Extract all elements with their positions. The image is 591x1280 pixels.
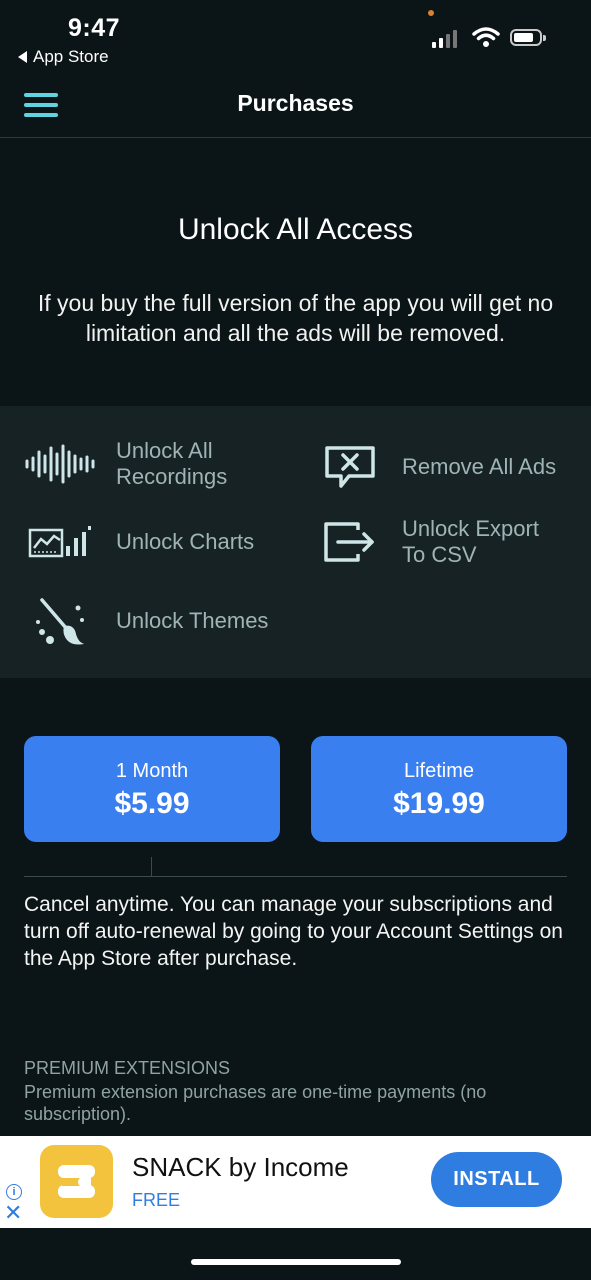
plan-price: $19.99 <box>393 787 485 820</box>
export-icon <box>324 522 374 562</box>
divider-tick <box>151 857 152 876</box>
waveform-icon <box>25 444 95 484</box>
paintbrush-icon <box>36 598 84 645</box>
premium-extensions-description: Premium extension purchases are one-time… <box>24 1082 487 1124</box>
plan-lifetime-button[interactable]: Lifetime $19.99 <box>311 736 567 842</box>
section-divider <box>24 876 567 877</box>
unlock-headline: Unlock All Access <box>177 213 414 246</box>
no-ads-icon <box>325 446 375 488</box>
cancel-note: Cancel anytime. You can manage your subs… <box>24 893 563 970</box>
cellular-signal-icon <box>432 30 457 48</box>
snack-logo-icon <box>58 1165 95 1198</box>
feature-export-csv: Unlock Export To CSV <box>310 516 580 568</box>
feature-label: Unlock Charts <box>116 529 255 554</box>
back-to-app-store[interactable]: App Store <box>18 47 109 67</box>
home-indicator[interactable] <box>191 1259 401 1265</box>
chart-icon <box>28 526 91 558</box>
ad-app-name[interactable]: SNACK by Income <box>132 1152 349 1183</box>
ad-install-button[interactable]: INSTALL <box>431 1152 562 1207</box>
feature-label: Unlock All Recordings <box>116 438 228 489</box>
privacy-indicator-dot <box>428 10 434 16</box>
plan-period: Lifetime <box>403 760 475 782</box>
ad-app-price: FREE <box>132 1190 181 1210</box>
feature-unlock-recordings: Unlock All Recordings <box>20 438 280 490</box>
unlock-description: If you buy the full version of the app y… <box>37 290 554 346</box>
ad-close-icon[interactable]: ✕ <box>4 1202 22 1224</box>
feature-label: Unlock Themes <box>116 608 269 633</box>
ad-info-icon[interactable]: i <box>6 1184 22 1200</box>
features-panel: Unlock All Recordings Remove All Ads Unl <box>0 406 591 678</box>
status-time: 9:47 <box>68 14 121 42</box>
feature-remove-ads: Remove All Ads <box>310 444 580 490</box>
feature-label: Unlock Export To CSV <box>402 516 539 567</box>
back-arrow-icon <box>18 51 27 63</box>
wifi-icon <box>472 27 500 47</box>
ad-banner[interactable]: i ✕ SNACK by Income FREE INSTALL <box>0 1136 591 1228</box>
snack-app-icon[interactable] <box>40 1145 113 1218</box>
nav-divider <box>0 137 591 138</box>
feature-unlock-charts: Unlock Charts <box>20 524 300 560</box>
premium-extensions-title: PREMIUM EXTENSIONS <box>24 1058 231 1078</box>
battery-icon <box>510 29 546 46</box>
plan-price: $5.99 <box>114 787 190 820</box>
plan-1-month-button[interactable]: 1 Month $5.99 <box>24 736 280 842</box>
feature-unlock-themes: Unlock Themes <box>20 596 300 646</box>
back-app-label: App Store <box>33 47 109 66</box>
feature-label: Remove All Ads <box>402 454 557 479</box>
page-title: Purchases <box>237 90 354 116</box>
plan-period: 1 Month <box>115 760 189 782</box>
